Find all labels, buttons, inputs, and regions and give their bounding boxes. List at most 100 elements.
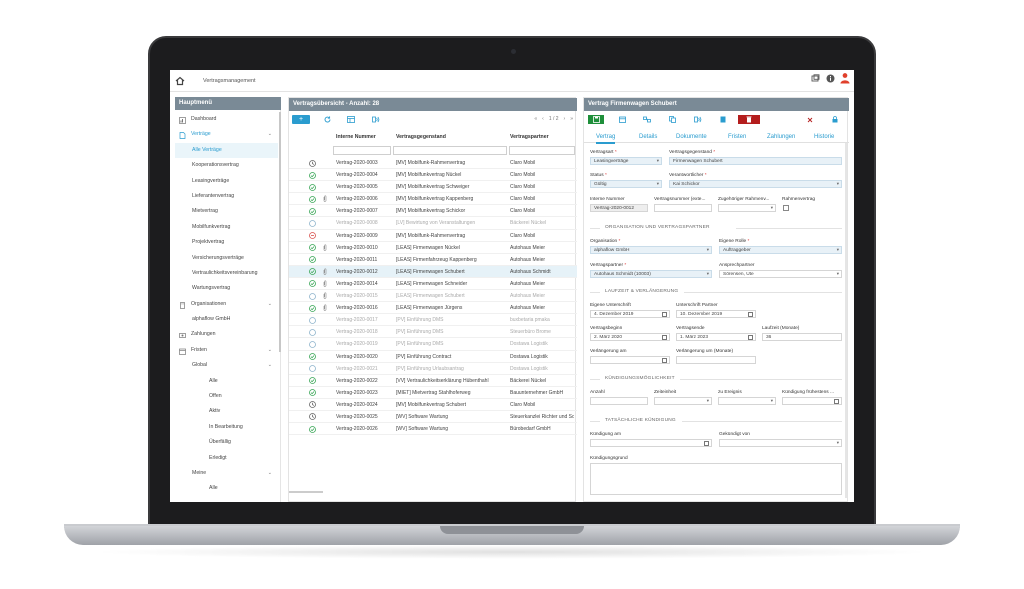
table-row[interactable]: Vertrag-2020-0025 [WV] Software Wartung St… — [289, 411, 577, 424]
vertragsart-select[interactable]: Leasingverträge ▾ — [590, 157, 662, 165]
home-icon[interactable] — [175, 76, 185, 86]
sidebar-item[interactable]: Zahlungen — [175, 327, 278, 342]
sidebar-item[interactable]: Dashboard — [175, 112, 278, 127]
sidebar-item[interactable]: Versicherungsverträge — [175, 251, 278, 266]
rahmenvertrag-ref-select[interactable]: ▾ — [718, 204, 776, 212]
table-row[interactable]: Vertrag-2020-0019 [PV] Einführung DMS Dost… — [289, 338, 577, 351]
table-row[interactable]: Vertrag-2020-0016 [LEAS] Firmenwagen Jürg… — [289, 302, 577, 315]
sidebar-item[interactable]: In Bearbeitung — [175, 420, 278, 435]
relations-icon[interactable] — [639, 115, 655, 124]
archive-icon[interactable] — [715, 115, 731, 124]
tab-dokumente[interactable]: Dokumente — [676, 134, 707, 140]
verlaengerung-um-input[interactable] — [676, 356, 756, 364]
table-row[interactable]: Vertrag-2020-0015 [LEAS] Firmenwagen Schu… — [289, 290, 577, 303]
sidebar-item[interactable]: Leasingverträge — [175, 174, 278, 189]
sidebar-item[interactable]: Vertraulichkeitsvereinbarung — [175, 266, 278, 281]
anzahl-input[interactable] — [590, 397, 648, 405]
verantwortlicher-select[interactable]: Kai Schickor ▾ — [669, 180, 842, 188]
filter-partner-input[interactable] — [509, 146, 575, 155]
last-page-button[interactable]: » — [570, 116, 573, 122]
laufzeit-input[interactable]: 36 — [762, 333, 842, 341]
table-row[interactable]: Vertrag-2020-0011 [LEAS] Firmenfahrzeug K… — [289, 254, 577, 266]
tab-details[interactable]: Details — [639, 134, 657, 140]
kuendigungsgrund-textarea[interactable] — [590, 463, 842, 495]
ereignis-select[interactable]: ▾ — [718, 397, 776, 405]
table-row[interactable]: Vertrag-2020-0020 [PV] Einführung Contrac… — [289, 351, 577, 363]
tab-fristen[interactable]: Fristen — [728, 134, 746, 140]
table-row[interactable]: Vertrag-2020-0023 [MIET] Mietvertrag Stah… — [289, 387, 577, 399]
rahmenvertrag-checkbox[interactable] — [783, 205, 789, 211]
sidebar-item[interactable]: alphaflow GmbH — [175, 312, 278, 327]
table-row[interactable]: Vertrag-2020-0024 [MV] Mobilfunkvertrag S… — [289, 399, 577, 411]
sidebar-item[interactable]: Aktiv — [175, 404, 278, 419]
verlaengerung-am-date[interactable] — [590, 356, 670, 364]
table-row[interactable]: Vertrag-2020-0010 [LEAS] Firmenwagen Nück… — [289, 242, 577, 254]
sidebar-item[interactable]: Verträge ⌄ — [175, 127, 278, 142]
sidebar-item[interactable]: Kooperationsvertrag — [175, 158, 278, 173]
fruehestens-date[interactable] — [782, 397, 842, 405]
sidebar-item[interactable]: Alle Verträge — [175, 142, 278, 159]
unterschrift-partner-date[interactable]: 10. Dezember 2019 — [676, 310, 756, 318]
table-row[interactable]: Vertrag-2020-0003 [MV] Mobilfunk-Rahmenve… — [289, 157, 577, 170]
table-row[interactable]: Vertrag-2020-0018 [PV] Einführung DMS Steu… — [289, 326, 577, 339]
tab-historie[interactable]: Historie — [814, 134, 834, 140]
detail-scrollbar[interactable] — [845, 143, 847, 498]
column-header-subject[interactable]: Vertragsgegenstand — [396, 134, 446, 140]
tab-vertrag[interactable]: Vertrag — [596, 134, 616, 144]
prev-page-button[interactable]: ‹ — [542, 116, 544, 122]
sidebar-item[interactable]: Mobilfunkvertrag — [175, 220, 278, 235]
sidebar-item[interactable]: Mietvertrag — [175, 204, 278, 219]
gekuendigt-von-select[interactable]: ▾ — [719, 439, 842, 447]
sidebar-scrollbar[interactable] — [279, 112, 281, 352]
sidebar-item[interactable]: Überfällig — [175, 435, 278, 450]
info-icon[interactable] — [825, 73, 835, 83]
column-header-number[interactable]: Interne Nummer — [336, 134, 376, 140]
tab-zahlungen[interactable]: Zahlungen — [767, 134, 795, 140]
rolle-select[interactable]: Auftraggeber ▾ — [719, 246, 842, 254]
sidebar-item[interactable]: Wartungsvertrag — [175, 281, 278, 296]
user-avatar-icon[interactable] — [840, 73, 850, 84]
table-row[interactable]: Vertrag-2020-0009 [MV] Mobilfunk-Rahmenve… — [289, 230, 577, 242]
export-icon[interactable] — [371, 115, 381, 124]
horizontal-scrollbar[interactable] — [289, 491, 323, 493]
copy-icon[interactable] — [664, 115, 680, 124]
eigene-unterschrift-date[interactable]: 4. Dezember 2019 — [590, 310, 670, 318]
table-row[interactable]: Vertrag-2020-0006 [MV] Mobilfunkvertrag K… — [289, 193, 577, 206]
table-row[interactable]: Vertrag-2020-0014 [LEAS] Firmenwagen Schn… — [289, 278, 577, 291]
next-page-button[interactable]: › — [564, 116, 566, 122]
filter-number-input[interactable] — [333, 146, 391, 155]
refresh-icon[interactable] — [322, 115, 332, 124]
zeiteinheit-select[interactable]: ▾ — [654, 397, 712, 405]
sidebar-item[interactable]: Offen — [175, 389, 278, 404]
notifications-icon[interactable] — [810, 73, 820, 83]
export-icon[interactable] — [690, 115, 706, 124]
table-row[interactable]: Vertrag-2020-0026 [WV] Software Wartung Bü… — [289, 423, 577, 436]
vertragsbeginn-date[interactable]: 2. März 2020 — [590, 333, 670, 341]
vertragsnummer-input[interactable] — [654, 204, 712, 212]
sidebar-item[interactable]: Lieferantenvertrag — [175, 189, 278, 204]
add-button[interactable]: + — [292, 115, 310, 124]
save-icon[interactable] — [588, 115, 604, 124]
calendar-icon[interactable] — [614, 115, 630, 124]
table-row[interactable]: Vertrag-2020-0007 [MV] Mobilfunkvertrag S… — [289, 205, 577, 218]
lock-icon[interactable] — [827, 115, 843, 124]
table-row[interactable]: Vertrag-2020-0012 [LEAS] Firmenwagen Schu… — [289, 265, 577, 278]
sidebar-item[interactable]: Projektvertrag — [175, 235, 278, 250]
sidebar-item[interactable]: Global ⌄ — [175, 358, 278, 373]
vertragspartner-select[interactable]: Autohaus Schmidt (10003) ▾ — [590, 270, 712, 278]
table-settings-icon[interactable] — [346, 115, 356, 124]
organisation-select[interactable]: alphaflow GmbH ▾ — [590, 246, 712, 254]
table-row[interactable]: Vertrag-2020-0005 [MV] Mobilfunkvertrag S… — [289, 181, 577, 194]
gegenstand-input[interactable]: Firmenwagen Schubert — [669, 157, 842, 165]
kuendigung-am-date[interactable] — [590, 439, 712, 447]
sidebar-item[interactable]: Fristen ⌄ — [175, 343, 278, 358]
status-select[interactable]: Gültig ▾ — [590, 180, 662, 188]
sidebar-item[interactable]: Alle — [175, 481, 278, 496]
filter-subject-input[interactable] — [393, 146, 507, 155]
first-page-button[interactable]: « — [534, 116, 537, 122]
sidebar-item[interactable]: Alle — [175, 374, 278, 389]
close-icon[interactable] — [802, 115, 818, 124]
table-row[interactable]: Vertrag-2020-0017 [PV] Einführung DMS buxb… — [289, 314, 577, 327]
sidebar-item[interactable]: Erledigt — [175, 451, 278, 466]
sidebar-item[interactable]: Organisationen ⌄ — [175, 297, 278, 312]
